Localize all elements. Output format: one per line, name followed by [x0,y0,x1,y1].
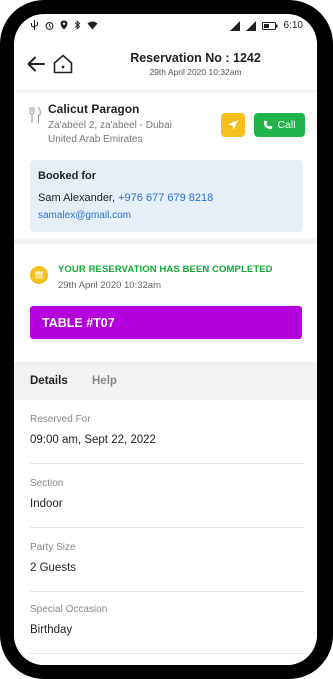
status-title: YOUR RESERVATION HAS BEEN COMPLETED [58,264,273,275]
status-date: 29th April 2020 10:32am [58,280,161,291]
tab-help[interactable]: Help [92,375,117,387]
header: Reservation No : 1242 29th April 2020 10… [14,42,317,90]
bluetooth-icon [74,20,81,30]
battery-icon [261,21,278,30]
screen: 6:10 Reservation No : 1242 29th April 20… [14,14,317,665]
restaurant-card: Calicut Paragon Za'abeel 2, za'abeel - D… [14,94,317,232]
detail-row-reserved-for: Reserved For 09:00 am, Sept 22, 2022 [30,400,304,464]
tab-details[interactable]: Details [30,375,68,387]
status-time: 6:10 [283,20,303,31]
detail-row-special-occasion: Special Occasion Birthday [30,590,304,654]
restaurant-address-line2: United Arab Emirates [48,134,143,145]
restaurant-address-line1: Za'abeel 2, za'abeel - Dubai [48,120,172,131]
call-button-label: Call [277,119,296,131]
detail-label: Section [30,478,64,489]
call-button[interactable]: Call [254,113,305,137]
detail-value: 09:00 am, Sept 22, 2022 [30,434,156,446]
detail-value: Indoor [30,498,63,510]
reservation-status-card: YOUR RESERVATION HAS BEEN COMPLETED 29th… [14,244,317,356]
signal-icon [229,20,240,31]
status-bar: 6:10 [14,14,317,40]
detail-row-party-size: Party Size 2 Guests [30,528,304,592]
detail-row-section: Section Indoor [30,464,304,528]
booked-for-title: Booked for [38,170,97,182]
phone-frame: 6:10 Reservation No : 1242 29th April 20… [0,0,333,679]
tab-bar: Details Help [14,362,317,400]
detail-value: Birthday [30,624,73,636]
fork-knife-icon [29,106,41,123]
detail-label: Special Occasion [30,604,108,615]
back-arrow-icon[interactable] [26,54,46,74]
home-icon[interactable] [52,53,74,75]
status-icons-right: 6:10 [229,20,303,31]
details-list: Reserved For 09:00 am, Sept 22, 2022 Sec… [14,400,317,665]
status-badge [30,266,48,284]
navigation-arrow-icon [228,120,238,130]
alarm-icon [45,21,54,30]
restaurant-name: Calicut Paragon [48,102,140,116]
guest-phone-link[interactable]: +976 677 679 8218 [118,192,213,204]
detail-label: Party Size [30,542,76,553]
detail-label: Reserved For [30,414,91,425]
detail-value: 2 Guests [30,562,77,574]
guest-name: Sam Alexander, [38,192,116,204]
phone-icon [264,120,273,130]
navigate-button[interactable] [221,113,245,137]
booked-for-card: Booked for Sam Alexander, +976 677 679 8… [30,160,303,232]
reservation-date: 29th April 2020 10:32am [149,67,242,77]
location-icon [60,20,68,30]
guest-email-link[interactable]: samalex@gmail.com [38,210,131,221]
status-icons-left [30,20,98,30]
table-assignment: TABLE #T07 [30,306,302,339]
signal-roaming-icon [245,20,256,31]
reservation-number: Reservation No : 1242 [130,51,261,65]
usb-icon [31,20,38,30]
dish-icon [35,271,43,279]
booked-for-contact: Sam Alexander, +976 677 679 8218 [38,192,213,204]
wifi-icon [87,21,98,29]
